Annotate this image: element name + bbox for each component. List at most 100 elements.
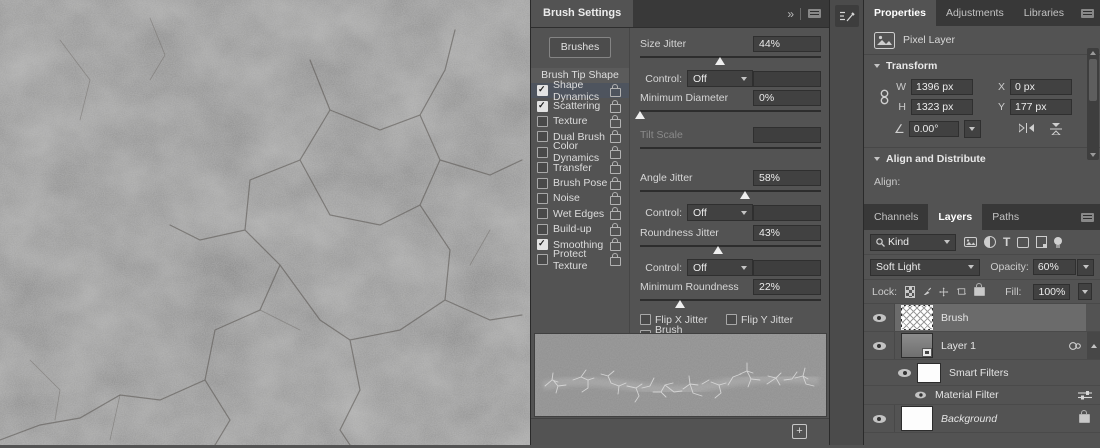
checkbox[interactable]	[537, 193, 548, 204]
layer-name[interactable]: Background	[941, 413, 997, 425]
layer-name[interactable]: Brush	[941, 312, 968, 324]
minimum-diameter-value[interactable]: 0%	[753, 90, 821, 106]
tab-channels[interactable]: Channels	[864, 204, 928, 230]
lock-icon[interactable]	[610, 227, 621, 236]
height-input[interactable]: 1323 px	[911, 99, 973, 115]
visibility-eye-icon[interactable]	[898, 369, 911, 377]
tab-layers[interactable]: Layers	[928, 204, 982, 230]
checkbox[interactable]	[537, 131, 548, 142]
align-distribute-section-header[interactable]: Align and Distribute	[864, 148, 1100, 170]
scroll-down-arrow[interactable]	[1090, 153, 1096, 157]
smart-filters-thumbnail[interactable]	[917, 363, 941, 383]
checkbox[interactable]	[537, 147, 548, 158]
filter-adjustment-layers-icon[interactable]	[984, 236, 996, 248]
brush-option-texture[interactable]: Texture	[531, 114, 629, 129]
roundness-jitter-slider[interactable]	[640, 242, 821, 256]
visibility-eye-icon[interactable]	[873, 342, 886, 350]
slider-thumb[interactable]	[715, 57, 725, 65]
panel-menu-icon[interactable]	[808, 9, 821, 18]
lock-icon[interactable]	[610, 104, 621, 113]
lock-icon[interactable]	[610, 196, 621, 205]
roundness-jitter-value[interactable]: 43%	[753, 225, 821, 241]
new-brush-button[interactable]: +	[792, 424, 807, 439]
checkbox[interactable]	[537, 254, 548, 265]
lock-icon[interactable]	[610, 88, 621, 97]
panel-menu-icon[interactable]	[1081, 9, 1094, 18]
lock-all-icon[interactable]	[974, 287, 985, 296]
rotation-angle-input[interactable]: 0.00°	[909, 121, 959, 137]
lock-icon[interactable]	[610, 150, 621, 159]
size-control-dropdown[interactable]: Off	[687, 70, 753, 87]
size-jitter-slider[interactable]	[640, 53, 821, 67]
transform-section-header[interactable]: Transform	[864, 55, 1100, 77]
filter-pixel-layers-icon[interactable]	[964, 237, 977, 247]
tab-adjustments[interactable]: Adjustments	[936, 0, 1014, 26]
scroll-up-arrow[interactable]	[1090, 51, 1096, 55]
brush-option-brush-pose[interactable]: Brush Pose	[531, 175, 629, 190]
angle-dropdown-button[interactable]	[964, 120, 981, 138]
lock-icon[interactable]	[610, 211, 621, 220]
fill-dropdown-button[interactable]	[1078, 283, 1092, 300]
document-canvas[interactable]	[0, 0, 530, 445]
tab-properties[interactable]: Properties	[864, 0, 936, 26]
slider-thumb[interactable]	[635, 111, 645, 119]
visibility-eye-icon[interactable]	[915, 392, 926, 399]
filter-shape-layers-icon[interactable]	[1017, 237, 1029, 248]
brushes-button[interactable]: Brushes	[549, 37, 611, 58]
layer-row-brush[interactable]: Brush	[864, 304, 1100, 332]
tab-paths[interactable]: Paths	[982, 204, 1029, 230]
collapse-smart-filters-button[interactable]	[1087, 332, 1100, 359]
layer-thumbnail[interactable]	[901, 406, 933, 431]
flip-vertical-icon[interactable]	[1050, 123, 1062, 135]
brush-option-shape-dynamics[interactable]: Shape Dynamics	[531, 83, 629, 98]
lock-transparent-pixels-icon[interactable]	[905, 286, 915, 298]
brush-option-noise[interactable]: Noise	[531, 191, 629, 206]
angle-jitter-slider[interactable]	[640, 187, 821, 201]
checkbox[interactable]	[537, 208, 548, 219]
lock-icon[interactable]	[610, 242, 621, 251]
filter-blend-options-icon[interactable]	[1078, 390, 1092, 400]
checkbox[interactable]	[537, 224, 548, 235]
checkbox[interactable]	[537, 178, 548, 189]
lock-position-icon[interactable]	[939, 286, 948, 298]
filter-smart-objects-icon[interactable]	[1036, 236, 1047, 248]
layer-row-smart-filters[interactable]: Smart Filters	[864, 360, 1100, 386]
brush-option-wet-edges[interactable]: Wet Edges	[531, 206, 629, 221]
brush-option-build-up[interactable]: Build-up	[531, 222, 629, 237]
panel-menu-icon[interactable]	[1081, 213, 1094, 222]
lock-icon[interactable]	[610, 165, 621, 174]
layer-thumbnail[interactable]	[901, 333, 933, 358]
lock-artboard-icon[interactable]	[957, 286, 966, 297]
checkbox[interactable]	[537, 85, 548, 96]
tab-libraries[interactable]: Libraries	[1014, 0, 1074, 26]
checkbox[interactable]	[537, 116, 548, 127]
flip-horizontal-icon[interactable]	[1019, 123, 1034, 133]
brush-option-protect-texture[interactable]: Protect Texture	[531, 252, 629, 267]
roundness-control-dropdown[interactable]: Off	[687, 259, 753, 276]
minimum-roundness-slider[interactable]	[640, 296, 821, 310]
layer-row-layer-1[interactable]: Layer 1	[864, 332, 1100, 360]
lock-icon[interactable]	[610, 134, 621, 143]
opacity-input[interactable]: 60%	[1033, 259, 1076, 275]
smart-filter-icon[interactable]	[1068, 341, 1082, 351]
properties-scrollbar[interactable]	[1087, 48, 1099, 160]
link-dimensions-icon[interactable]	[879, 89, 890, 105]
width-input[interactable]: 1396 px	[911, 79, 973, 95]
blend-mode-dropdown[interactable]: Soft Light	[870, 259, 980, 276]
scrollbar-thumb[interactable]	[1089, 59, 1097, 101]
fill-input[interactable]: 100%	[1033, 284, 1070, 300]
lock-icon[interactable]	[610, 181, 621, 190]
layer-row-material-filter[interactable]: Material Filter	[864, 386, 1100, 405]
visibility-eye-icon[interactable]	[873, 415, 886, 423]
layer-row-background[interactable]: Background	[864, 405, 1100, 433]
size-jitter-value[interactable]: 44%	[753, 36, 821, 52]
opacity-dropdown-button[interactable]	[1077, 259, 1094, 276]
brush-settings-dock-icon[interactable]	[835, 5, 859, 27]
slider-thumb[interactable]	[713, 246, 723, 254]
slider-thumb[interactable]	[675, 300, 685, 308]
tab-brush-settings[interactable]: Brush Settings	[531, 0, 633, 27]
lock-icon[interactable]	[610, 257, 621, 266]
brush-option-transfer[interactable]: Transfer	[531, 160, 629, 175]
layer-name[interactable]: Layer 1	[941, 340, 976, 352]
collapse-panel-icon[interactable]: »	[787, 7, 793, 21]
